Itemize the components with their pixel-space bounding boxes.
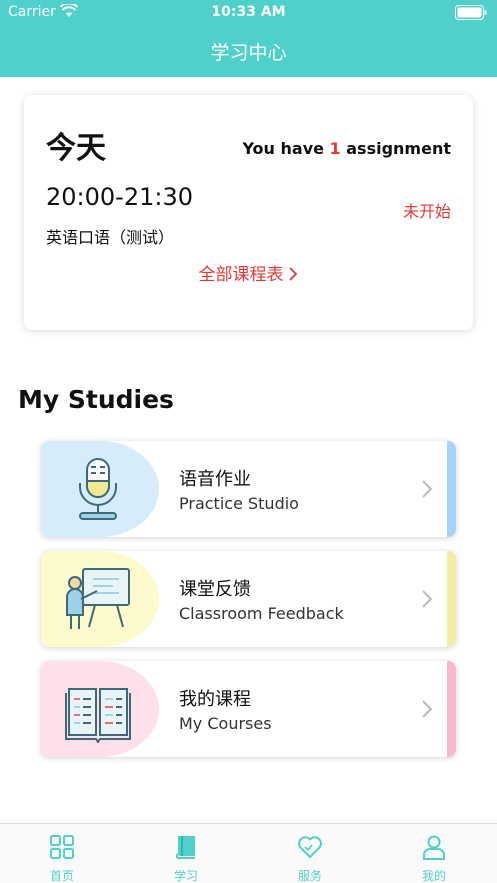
battery-icon	[455, 5, 487, 20]
chevron-right-icon	[288, 267, 297, 281]
card-title: 课堂反馈	[179, 579, 251, 600]
book-icon	[65, 688, 131, 743]
assignment-suffix: assignment	[340, 139, 451, 158]
card-subtitle: My Courses	[179, 714, 272, 733]
full-schedule-label: 全部课程表	[198, 265, 284, 285]
heart-icon	[298, 836, 322, 858]
today-card: 今天 You have 1 assignment 20:00-21:30 未开始…	[24, 95, 473, 330]
chevron-right-icon	[422, 590, 433, 608]
tab-label: 我的	[421, 869, 446, 883]
practice-studio-card[interactable]: 语音作业 Practice Studio	[41, 441, 456, 537]
chevron-right-icon	[422, 480, 433, 498]
card-accent-stripe	[447, 551, 456, 647]
grid-icon	[50, 835, 74, 859]
card-accent-stripe	[447, 661, 456, 757]
person-icon	[423, 835, 445, 860]
assignment-count: 1	[329, 139, 341, 158]
tab-bar: 首页 学习 服务 我的	[0, 823, 497, 883]
clock-label: 10:33 AM	[211, 4, 286, 20]
full-schedule-link[interactable]: 全部课程表	[24, 260, 473, 285]
tab-study[interactable]: 学习	[124, 824, 248, 883]
card-title: 我的课程	[179, 689, 251, 710]
assignment-summary[interactable]: You have 1 assignment	[242, 139, 451, 158]
tab-home[interactable]: 首页	[0, 824, 124, 883]
microphone-icon	[79, 458, 117, 520]
tab-label: 学习	[173, 869, 198, 883]
classroom-feedback-card[interactable]: 课堂反馈 Classroom Feedback	[41, 551, 456, 647]
tab-label: 服务	[297, 869, 322, 883]
today-title: 今天	[46, 131, 106, 166]
notebook-icon	[175, 836, 195, 860]
tab-profile[interactable]: 我的	[372, 824, 496, 883]
chevron-right-icon	[422, 700, 433, 718]
card-accent-stripe	[447, 441, 456, 537]
tab-service[interactable]: 服务	[248, 824, 372, 883]
my-studies-heading: My Studies	[18, 385, 174, 414]
assignment-prefix: You have	[242, 139, 330, 158]
card-title: 语音作业	[179, 469, 251, 490]
page-title: 学习中心	[210, 42, 287, 64]
class-time: 20:00-21:30	[46, 183, 193, 211]
class-status-badge: 未开始	[402, 202, 451, 221]
status-bar: Carrier 10:33 AM	[0, 0, 497, 26]
tab-label: 首页	[49, 869, 74, 883]
presentation-icon	[66, 568, 130, 629]
header-bar: Carrier 10:33 AM 学习中心	[0, 0, 497, 77]
card-subtitle: Practice Studio	[179, 494, 299, 513]
my-courses-card[interactable]: 我的课程 My Courses	[41, 661, 456, 757]
card-subtitle: Classroom Feedback	[179, 604, 344, 623]
class-name: 英语口语（测试）	[46, 228, 175, 247]
